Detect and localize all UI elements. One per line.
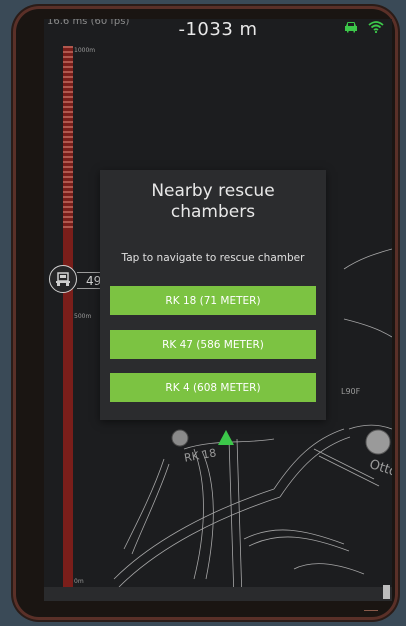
map-node-icon: [171, 429, 189, 447]
dialog-title: Nearby rescue chambers: [151, 181, 275, 222]
rescue-chamber-dialog: Nearby rescue chambers Tap to navigate t…: [100, 170, 326, 420]
map-label-l90f: L90F: [341, 387, 361, 396]
device-button-indicator: [364, 610, 378, 611]
current-location-icon: [218, 430, 234, 445]
miner-vehicle-icon: [56, 272, 70, 286]
bottom-bar: [44, 587, 392, 601]
depth-top-label: 1000m: [74, 47, 96, 54]
depth-readout: -1033 m: [178, 19, 258, 40]
scroll-handle[interactable]: [383, 585, 390, 599]
status-icons: [344, 21, 384, 33]
depth-scale-bar[interactable]: [63, 46, 73, 591]
rescue-chamber-rk4-button[interactable]: RK 4 (608 METER): [110, 373, 316, 402]
wifi-icon: [368, 21, 384, 33]
position-marker[interactable]: [49, 265, 77, 293]
dialog-subtitle: Tap to navigate to rescue chamber: [121, 252, 305, 264]
rescue-chamber-rk18-button[interactable]: RK 18 (71 METER): [110, 286, 316, 315]
depth-range-indicator: [63, 46, 73, 231]
map-node-icon: [365, 429, 391, 455]
depth-mid-label: 500m: [74, 313, 92, 320]
vehicle-icon: [345, 22, 357, 33]
depth-bottom-label: 0m: [74, 578, 84, 585]
rescue-chamber-rk47-button[interactable]: RK 47 (586 METER): [110, 330, 316, 359]
